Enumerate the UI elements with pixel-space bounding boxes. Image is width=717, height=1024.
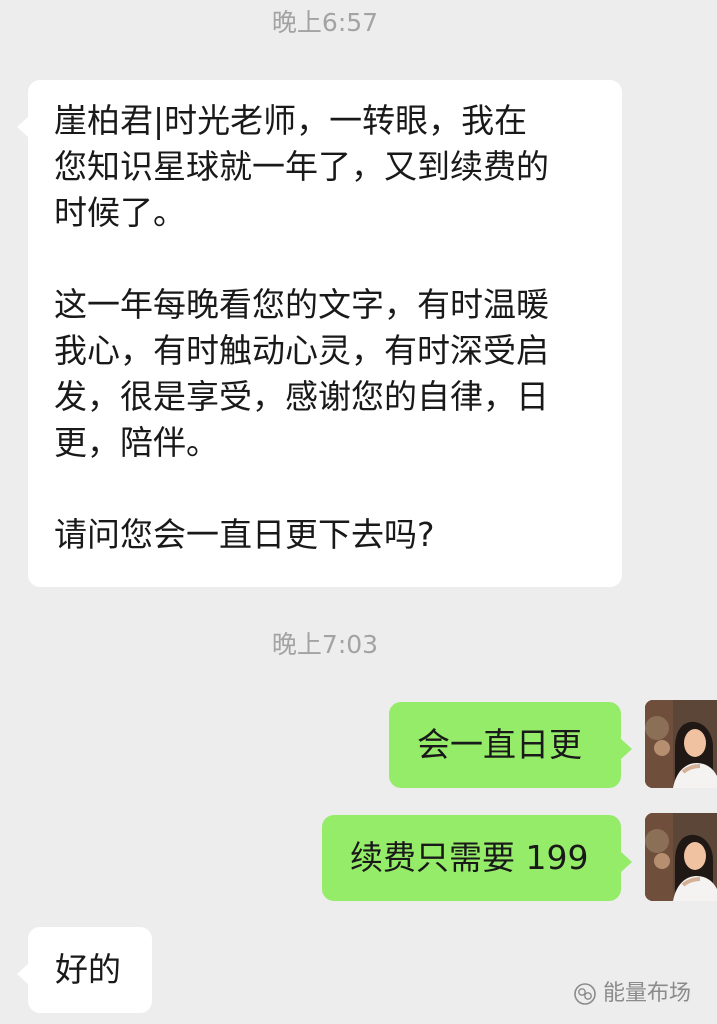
message-line: 发，很是享受，感谢您的自律，日 <box>54 377 549 416</box>
avatar[interactable] <box>645 813 717 901</box>
watermark-text: 能量布场 <box>602 981 691 1006</box>
message-line: 更，陪伴。 <box>54 423 219 462</box>
message-text: 续费只需要 199 <box>350 838 589 877</box>
wechat-official-account-icon <box>574 983 596 1005</box>
avatar[interactable] <box>645 700 717 788</box>
incoming-message-bubble[interactable]: 好的 <box>17 927 152 1013</box>
message-line: 这一年每晚看您的文字，有时温暖 <box>54 285 549 324</box>
outgoing-message-bubble[interactable]: 续费只需要 199 <box>322 815 632 901</box>
incoming-message-bubble[interactable]: 崖柏君|时光老师，一转眼，我在 您知识星球就一年了，又到续费的 时候了。 这一年… <box>17 80 622 587</box>
watermark: 能量布场 <box>573 982 691 1006</box>
message-text: 好的 <box>55 950 121 989</box>
message-line: 崖柏君|时光老师，一转眼，我在 <box>54 101 528 140</box>
message-timestamp: 晚上6:57 <box>271 8 379 37</box>
message-timestamp: 晚上7:03 <box>271 630 379 659</box>
message-text: 会一直日更 <box>417 725 582 764</box>
outgoing-message-bubble[interactable]: 会一直日更 <box>389 702 632 788</box>
message-line: 时候了。 <box>54 193 186 232</box>
message-line: 您知识星球就一年了，又到续费的 <box>54 147 549 186</box>
message-line: 我心，有时触动心灵，有时深受启 <box>54 331 549 370</box>
avatar-photo-icon <box>645 700 717 788</box>
avatar-photo-icon <box>645 813 717 901</box>
message-line: 请问您会一直日更下去吗? <box>54 515 435 554</box>
